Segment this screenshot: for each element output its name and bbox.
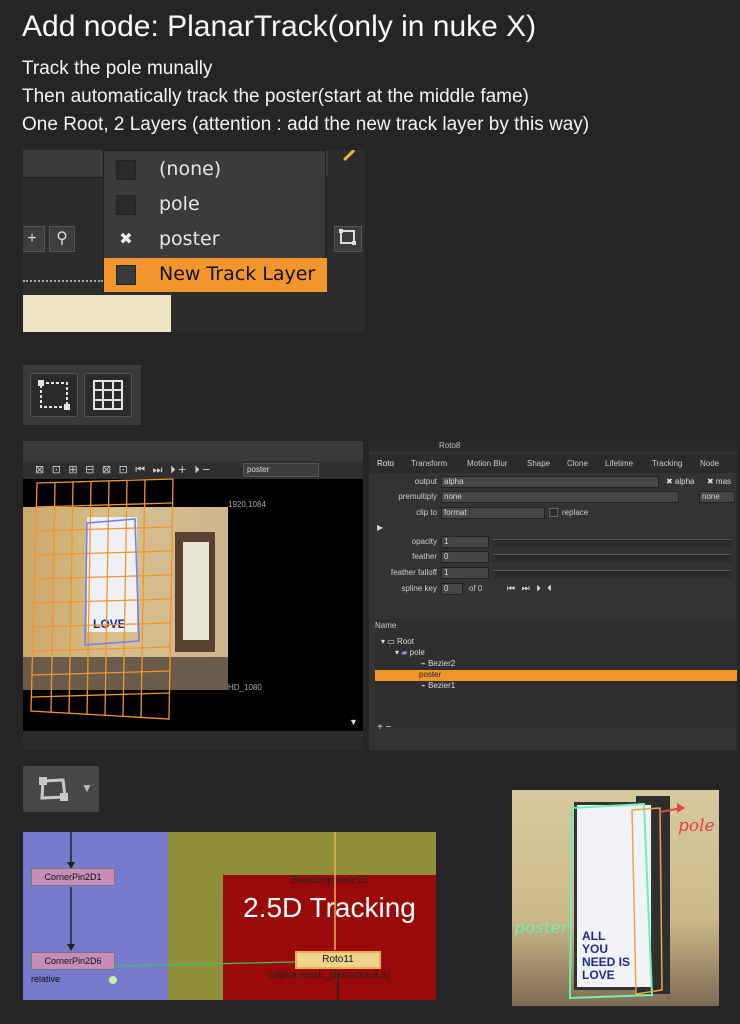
add-icon[interactable]: + xyxy=(23,226,45,252)
feather-slider[interactable] xyxy=(493,554,731,562)
spline-key-row: spline key 0 of 0 ⏮ ⏭ ⏵ ⏴ xyxy=(401,583,554,595)
folder-icon: ▭ xyxy=(387,637,395,646)
note-line-3: One Root, 2 Layers (attention : add the … xyxy=(22,114,590,135)
premultiply-dropdown[interactable]: none xyxy=(441,491,679,503)
page-title: Add node: PlanarTrack(only in nuke X) xyxy=(22,10,537,43)
expand-arrow-icon[interactable]: ▶ xyxy=(377,523,383,532)
viewer-timeline[interactable] xyxy=(23,731,363,750)
mask-checkbox[interactable]: ✖ mas xyxy=(707,477,731,486)
annotated-photo: ALL YOU NEED IS LOVE pole poster xyxy=(512,790,719,1006)
key-remove-icon[interactable]: ⚲ xyxy=(49,226,75,252)
tool-icon-pair xyxy=(23,365,141,425)
track-tool-button[interactable]: ▼ xyxy=(23,766,99,812)
feather-falloff-input[interactable]: 1 xyxy=(441,567,489,579)
tab-transform[interactable]: Transform xyxy=(411,459,447,468)
layer-icon: ▰ xyxy=(401,648,408,657)
feather-row: feather 0 xyxy=(369,551,737,565)
output-row: output alpha ✖ alpha ✖ mas xyxy=(414,476,732,488)
menu-item-none[interactable]: (none) xyxy=(104,153,327,187)
menu-item-label: pole xyxy=(159,193,200,215)
node-roto11[interactable]: Roto11 xyxy=(295,951,381,969)
node-cornerpin2d6[interactable]: CornerPin2D6 xyxy=(31,952,115,970)
clip-to-row: clip to format replace xyxy=(416,507,589,519)
tab-tracking[interactable]: Tracking xyxy=(652,459,682,468)
checkbox[interactable] xyxy=(116,265,136,285)
node-graph: BackdropNode15 2.5D Tracking CornerPin2D… xyxy=(23,832,436,1000)
format-label-bottom: HD_1080 xyxy=(228,683,262,692)
tab-lifetime[interactable]: Lifetime xyxy=(605,459,633,468)
tab-motion-blur[interactable]: Motion Blur xyxy=(467,459,507,468)
chevron-down-icon: ▼ xyxy=(81,781,93,795)
tab-roto[interactable]: Roto xyxy=(377,459,394,468)
menu-item-pole[interactable]: pole xyxy=(104,188,327,222)
opacity-slider[interactable] xyxy=(493,539,731,547)
tree-item-bezier1[interactable]: ⌁ Bezier1 xyxy=(421,681,455,692)
premultiply-right-dropdown[interactable]: none xyxy=(699,491,735,503)
tree-item-bezier2[interactable]: ⌁ Bezier2 xyxy=(421,659,455,670)
planar-track-grid[interactable] xyxy=(23,471,193,721)
tab-node[interactable]: Node xyxy=(700,459,719,468)
name-column-header: Name xyxy=(375,621,397,630)
spline-key-input[interactable]: 0 xyxy=(441,583,463,595)
tree-item-root[interactable]: ▾ ▭ Root xyxy=(381,637,414,648)
menu-item-label: New Track Layer xyxy=(159,263,316,285)
feather-falloff-slider[interactable] xyxy=(493,570,731,578)
roto-node-subtitle: (alpha mask_planartrack.a) xyxy=(268,970,391,981)
node-name: Roto8 xyxy=(439,441,461,450)
layer-dropdown-list[interactable]: (none) pole ✖ poster New Track Layer xyxy=(103,150,327,292)
tab-shape[interactable]: Shape xyxy=(527,459,550,468)
format-label-top: 1920,1084 xyxy=(228,500,266,509)
poster-annotation: poster xyxy=(514,918,569,938)
replace-label: replace xyxy=(562,508,589,517)
key-nav-icons[interactable]: ⏮ ⏭ ⏵ ⏴ xyxy=(507,583,554,594)
tab-clone[interactable]: Clone xyxy=(567,459,588,468)
divider xyxy=(23,280,103,282)
bezier-icon: ⌁ xyxy=(421,681,426,690)
node-cornerpin2d1[interactable]: CornerPin2D1 xyxy=(31,868,115,886)
replace-checkbox[interactable] xyxy=(549,508,558,517)
note-line-2: Then automatically track the poster(star… xyxy=(22,86,529,107)
properties-tabs: Roto Transform Motion Blur Shape Clone L… xyxy=(369,455,737,473)
pole-annotation: pole xyxy=(678,816,715,836)
premultiply-row: premultiply none none xyxy=(369,491,737,505)
tree-item-poster[interactable]: poster xyxy=(375,670,737,681)
checkbox[interactable] xyxy=(116,195,136,215)
note-line-1: Track the pole munally xyxy=(22,58,213,79)
properties-panel: Roto8 Roto Transform Motion Blur Shape C… xyxy=(369,441,737,750)
checked-icon[interactable]: ✖ xyxy=(116,230,136,250)
opacity-row: opacity 1 xyxy=(369,536,737,550)
tree-item-pole[interactable]: ▾ ▰ pole xyxy=(395,648,425,659)
relative-label: relative xyxy=(31,974,61,984)
spline-key-of: of 0 xyxy=(469,584,483,593)
viewer-panel: ⊠ ⊡ ⊞ ⊟ ⊠ ⊡ ⏮ ⏭ ⏵+ ⏵− poster 1920,1084 L… xyxy=(23,441,363,750)
output-dropdown[interactable]: alpha xyxy=(441,476,659,488)
track-shape-icon[interactable] xyxy=(334,226,362,252)
grid-icon[interactable] xyxy=(84,373,132,417)
feather-input[interactable]: 0 xyxy=(441,551,489,563)
pen-icon[interactable] xyxy=(343,150,363,169)
bezier-select-icon[interactable] xyxy=(30,373,78,417)
viewer-tabbar xyxy=(23,441,363,461)
layer-dropdown[interactable]: poster xyxy=(243,463,319,477)
layer-menu-screenshot: + ⚲ (none) pole ✖ poster New Track Layer xyxy=(23,150,365,332)
clip-to-dropdown[interactable]: format xyxy=(441,507,545,519)
menu-item-label: (none) xyxy=(159,158,222,180)
alpha-checkbox[interactable]: ✖ alpha xyxy=(666,477,695,486)
opacity-input[interactable]: 1 xyxy=(441,536,489,548)
viewer-image-strip xyxy=(23,295,171,332)
menu-item-new-track-layer[interactable]: New Track Layer xyxy=(104,258,327,292)
checkbox[interactable] xyxy=(116,160,136,180)
menu-item-label: poster xyxy=(159,228,220,250)
planar-track-icon xyxy=(39,777,68,801)
properties-header: Roto8 xyxy=(369,441,737,451)
scroll-down-icon[interactable]: ▼ xyxy=(349,717,358,727)
bezier-icon: ⌁ xyxy=(421,659,426,668)
menu-right-toolbar xyxy=(328,150,365,292)
feather-falloff-row: feather falloff 1 xyxy=(369,567,737,581)
add-remove-buttons[interactable]: + − xyxy=(377,722,391,733)
menu-item-poster[interactable]: ✖ poster xyxy=(104,223,327,257)
